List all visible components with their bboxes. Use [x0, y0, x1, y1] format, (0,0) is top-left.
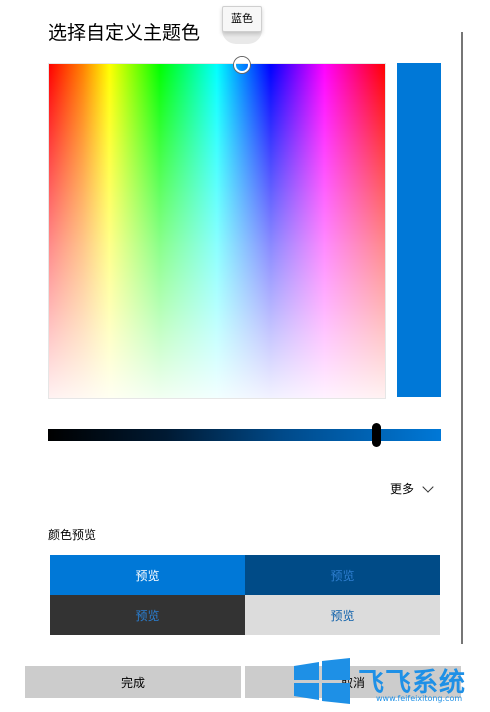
preview-cell-accent-light: 预览: [50, 555, 245, 595]
scrollbar[interactable]: [461, 32, 463, 644]
color-spectrum[interactable]: [48, 63, 386, 399]
chevron-down-icon: [422, 480, 434, 493]
more-label: 更多: [390, 482, 415, 496]
brightness-slider[interactable]: [48, 429, 441, 441]
color-picker-handle[interactable]: [234, 57, 250, 73]
color-tooltip: 蓝色: [222, 6, 262, 32]
selected-color-swatch: [397, 63, 441, 397]
brightness-slider-thumb[interactable]: [372, 423, 381, 447]
preview-cell-dark-mode: 预览: [50, 595, 245, 635]
watermark: 飞飞系统 www.feifeixitong.com: [292, 658, 488, 708]
done-button[interactable]: 完成: [25, 666, 241, 698]
color-preview-grid: 预览 预览 预览 预览: [50, 555, 440, 635]
tooltip-anchor: [222, 30, 262, 44]
dialog-title: 选择自定义主题色: [48, 22, 201, 44]
watermark-url: www.feifeixitong.com: [376, 694, 463, 703]
preview-cell-light-mode: 预览: [245, 595, 440, 635]
more-button[interactable]: 更多: [390, 480, 434, 497]
preview-cell-accent-dark: 预览: [245, 555, 440, 595]
windows-logo-icon: [294, 658, 350, 704]
color-preview-label: 颜色预览: [48, 528, 97, 542]
